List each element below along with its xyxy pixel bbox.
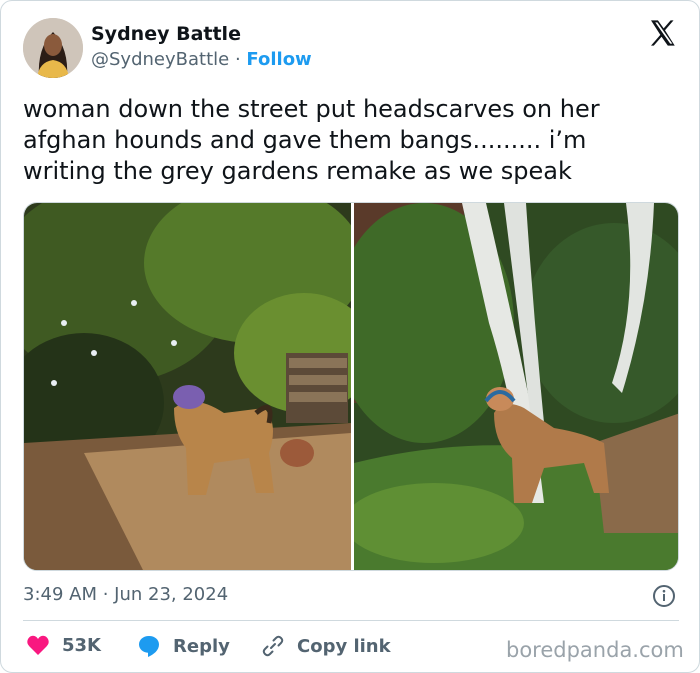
watermark: boredpanda.com xyxy=(506,638,684,662)
copy-link-button[interactable]: Copy link xyxy=(261,634,391,658)
like-count: 53K xyxy=(62,634,101,656)
avatar-photo xyxy=(23,18,83,78)
info-icon[interactable] xyxy=(652,584,676,608)
reply-label: Reply xyxy=(173,635,230,657)
reply-button[interactable]: Reply xyxy=(137,634,230,658)
tweet-text: woman down the street put headscarves on… xyxy=(23,94,683,187)
copy-link-label: Copy link xyxy=(297,635,391,657)
photo-afghan-hound-birch-trees[interactable] xyxy=(354,203,679,571)
follow-button[interactable]: Follow xyxy=(246,49,311,70)
speech-bubble-icon xyxy=(139,636,159,657)
tweet-line: writing the grey gardens remake as we sp… xyxy=(23,157,572,185)
divider xyxy=(23,620,679,621)
avatar[interactable] xyxy=(23,18,83,78)
author-handle[interactable]: @SydneyBattle xyxy=(91,49,229,70)
tweet-line: woman down the street put headscarves on… xyxy=(23,95,600,123)
author-handle-row: @SydneyBattle · Follow xyxy=(91,49,312,70)
tweet-line: afghan hounds and gave them bangs.......… xyxy=(23,126,587,154)
media-grid[interactable] xyxy=(23,202,679,571)
x-logo-icon[interactable] xyxy=(647,17,679,49)
tweet-card: Sydney Battle @SydneyBattle · Follow wom… xyxy=(0,0,700,673)
heart-icon xyxy=(27,635,49,655)
author-name[interactable]: Sydney Battle xyxy=(91,23,241,45)
link-icon xyxy=(262,635,284,657)
handle-separator: · xyxy=(234,49,241,70)
tweet-timestamp[interactable]: 3:49 AM · Jun 23, 2024 xyxy=(23,584,228,605)
photo-afghan-hound-bench[interactable] xyxy=(24,203,351,571)
like-button[interactable]: 53K xyxy=(26,634,101,656)
